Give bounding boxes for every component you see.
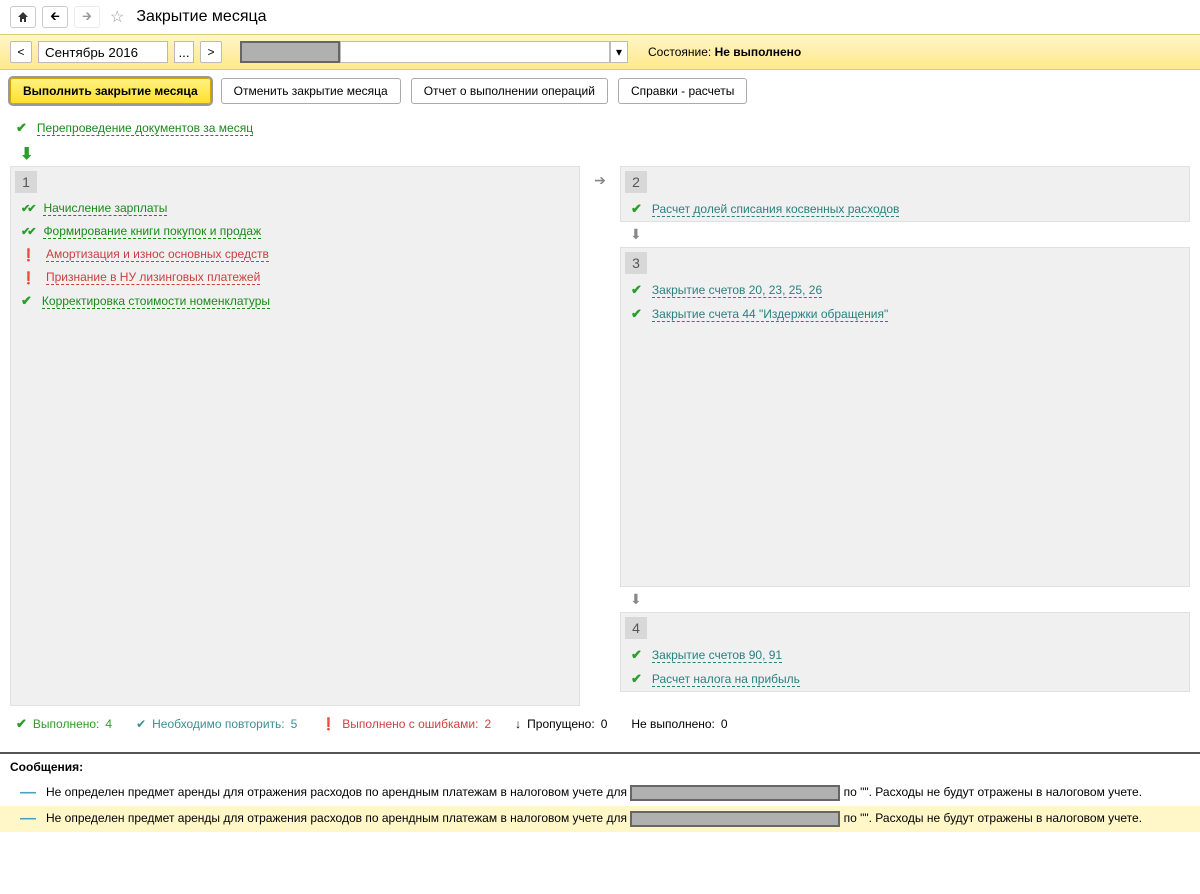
section-1: 1 ✔✔ Начисление зарплаты ✔✔ Формирование кн… <box>10 166 580 706</box>
operation-row: ❗ Амортизация и износ основных средств <box>11 243 579 266</box>
dash-icon: — <box>20 784 36 802</box>
period-next-button[interactable]: > <box>200 41 222 63</box>
summary-skipped: ↓ Пропущено: 0 <box>515 717 607 731</box>
down-arrow-icon: ⬇ <box>10 142 1190 166</box>
section-2-number: 2 <box>625 171 647 193</box>
sections-columns: 1 ✔✔Начисление зарплаты✔✔Формирование кн… <box>10 166 1190 706</box>
organization-dropdown-button[interactable]: ▾ <box>610 41 628 63</box>
period-picker-button[interactable]: ... <box>174 41 194 63</box>
back-button[interactable]: 🡰 <box>42 6 68 28</box>
summary-done: ✔ Выполнено: 4 <box>16 716 112 732</box>
org-redacted-icon <box>240 41 340 63</box>
operation-link[interactable]: Признание в НУ лизинговых платежей <box>46 270 260 285</box>
operation-row: ✔ Закрытие счета 44 "Издержки обращения" <box>621 302 1189 326</box>
cancel-close-button[interactable]: Отменить закрытие месяца <box>221 78 401 104</box>
double-check-icon: ✔✔ <box>21 225 33 238</box>
message-row: — Не определен предмет аренды для отражен… <box>0 780 1200 806</box>
summary-notdone: Не выполнено: 0 <box>631 717 727 731</box>
summary-repeat: ✔ Необходимо повторить: 5 <box>136 717 297 731</box>
message-row: — Не определен предмет аренды для отражен… <box>0 806 1200 832</box>
summary-errors: ❗ Выполнено с ошибками: 2 <box>321 717 491 731</box>
check-icon: ✔ <box>136 717 146 731</box>
state-label: Состояние: Не выполнено <box>648 45 801 59</box>
check-icon: ✔ <box>631 671 642 687</box>
section-3: 3 ✔ Закрытие счетов 20, 23, 25, 26 ✔ Закрыт… <box>620 247 1190 587</box>
main-content: ✔ Перепроведение документов за месяц ⬇ 1… <box>0 112 1200 752</box>
period-bar: < ... > ▾ Состояние: Не выполнено <box>0 34 1200 70</box>
operation-row: ✔✔ Формирование книги покупок и продаж <box>11 220 579 243</box>
down-arrow-2-icon: ⬇ <box>620 222 1190 247</box>
operation-row: ✔ Расчет долей списания косвенных расходо… <box>621 197 1189 221</box>
check-icon: ✔ <box>21 293 32 309</box>
right-arrow-icon: ➔ <box>590 166 610 189</box>
column-1: 1 ✔✔ Начисление зарплаты ✔✔ Формирование кн… <box>10 166 580 706</box>
reprocess-documents-link[interactable]: Перепроведение документов за месяц <box>37 121 253 136</box>
operation-link[interactable]: Корректировка стоимости номенклатуры <box>42 294 270 309</box>
operation-row: ✔ Расчет налога на прибыль <box>621 667 1189 691</box>
organization-field: ▾ <box>240 41 628 63</box>
check-icon: ✔ <box>631 647 642 663</box>
check-icon: ✔ <box>16 716 27 732</box>
down-arrow-3-icon: ⬇ <box>620 587 1190 612</box>
references-button[interactable]: Справки - расчеты <box>618 78 747 104</box>
check-icon: ✔ <box>631 306 642 322</box>
execute-close-button[interactable]: Выполнить закрытие месяца <box>10 78 211 104</box>
dash-icon: — <box>20 810 36 828</box>
operation-link[interactable]: Формирование книги покупок и продаж <box>43 224 261 239</box>
home-button[interactable] <box>10 6 36 28</box>
column-2: 2 ✔ Расчет долей списания косвенных расхо… <box>620 166 1190 692</box>
messages-list: — Не определен предмет аренды для отражен… <box>0 780 1200 832</box>
warning-icon: ❗ <box>321 717 336 731</box>
operation-link[interactable]: Закрытие счетов 90, 91 <box>652 648 782 663</box>
operation-link[interactable]: Закрытие счетов 20, 23, 25, 26 <box>652 283 822 298</box>
summary-bar: ✔ Выполнено: 4 ✔ Необходимо повторить: 5… <box>10 706 1190 742</box>
operation-row: ✔ Закрытие счетов 20, 23, 25, 26 <box>621 278 1189 302</box>
section-4-number: 4 <box>625 617 647 639</box>
warning-icon: ❗ <box>21 271 36 285</box>
forward-button[interactable]: 🡲 <box>74 6 100 28</box>
operations-report-button[interactable]: Отчет о выполнении операций <box>411 78 608 104</box>
page-title: Закрытие месяца <box>136 8 266 26</box>
action-bar: Выполнить закрытие месяца Отменить закры… <box>0 70 1200 112</box>
operation-link[interactable]: Закрытие счета 44 "Издержки обращения" <box>652 307 888 322</box>
operation-row: ❗ Признание в НУ лизинговых платежей <box>11 266 579 289</box>
check-icon: ✔ <box>631 201 642 217</box>
reprocess-row: ✔ Перепроведение документов за месяц <box>10 116 1190 142</box>
message-text: Не определен предмет аренды для отражени… <box>46 785 1142 801</box>
operation-link[interactable]: Расчет налога на прибыль <box>652 672 800 687</box>
redacted-icon <box>630 785 840 801</box>
warning-icon: ❗ <box>21 248 36 262</box>
organization-input[interactable] <box>340 41 610 63</box>
down-arrow-icon: ↓ <box>515 717 521 731</box>
message-text: Не определен предмет аренды для отражени… <box>46 811 1142 827</box>
check-icon: ✔ <box>631 282 642 298</box>
operation-link[interactable]: Расчет долей списания косвенных расходов <box>652 202 900 217</box>
operation-link[interactable]: Амортизация и износ основных средств <box>46 247 269 262</box>
messages-header: Сообщения: <box>0 752 1200 780</box>
check-icon: ✔ <box>16 120 27 136</box>
section-4: 4 ✔ Закрытие счетов 90, 91 ✔ Расчет налога … <box>620 612 1190 692</box>
operation-row: ✔ Корректировка стоимости номенклатуры <box>11 289 579 313</box>
operation-row: ✔✔ Начисление зарплаты <box>11 197 579 220</box>
period-input[interactable] <box>38 41 168 63</box>
section-3-number: 3 <box>625 252 647 274</box>
double-check-icon: ✔✔ <box>21 202 33 215</box>
section-2: 2 ✔ Расчет долей списания косвенных расхо… <box>620 166 1190 222</box>
operation-row: ✔ Закрытие счетов 90, 91 <box>621 643 1189 667</box>
redacted-icon <box>630 811 840 827</box>
period-prev-button[interactable]: < <box>10 41 32 63</box>
top-toolbar: 🡰 🡲 ☆ Закрытие месяца <box>0 0 1200 34</box>
section-1-number: 1 <box>15 171 37 193</box>
favorite-star-icon[interactable]: ☆ <box>110 7 124 27</box>
operation-link[interactable]: Начисление зарплаты <box>43 201 167 216</box>
